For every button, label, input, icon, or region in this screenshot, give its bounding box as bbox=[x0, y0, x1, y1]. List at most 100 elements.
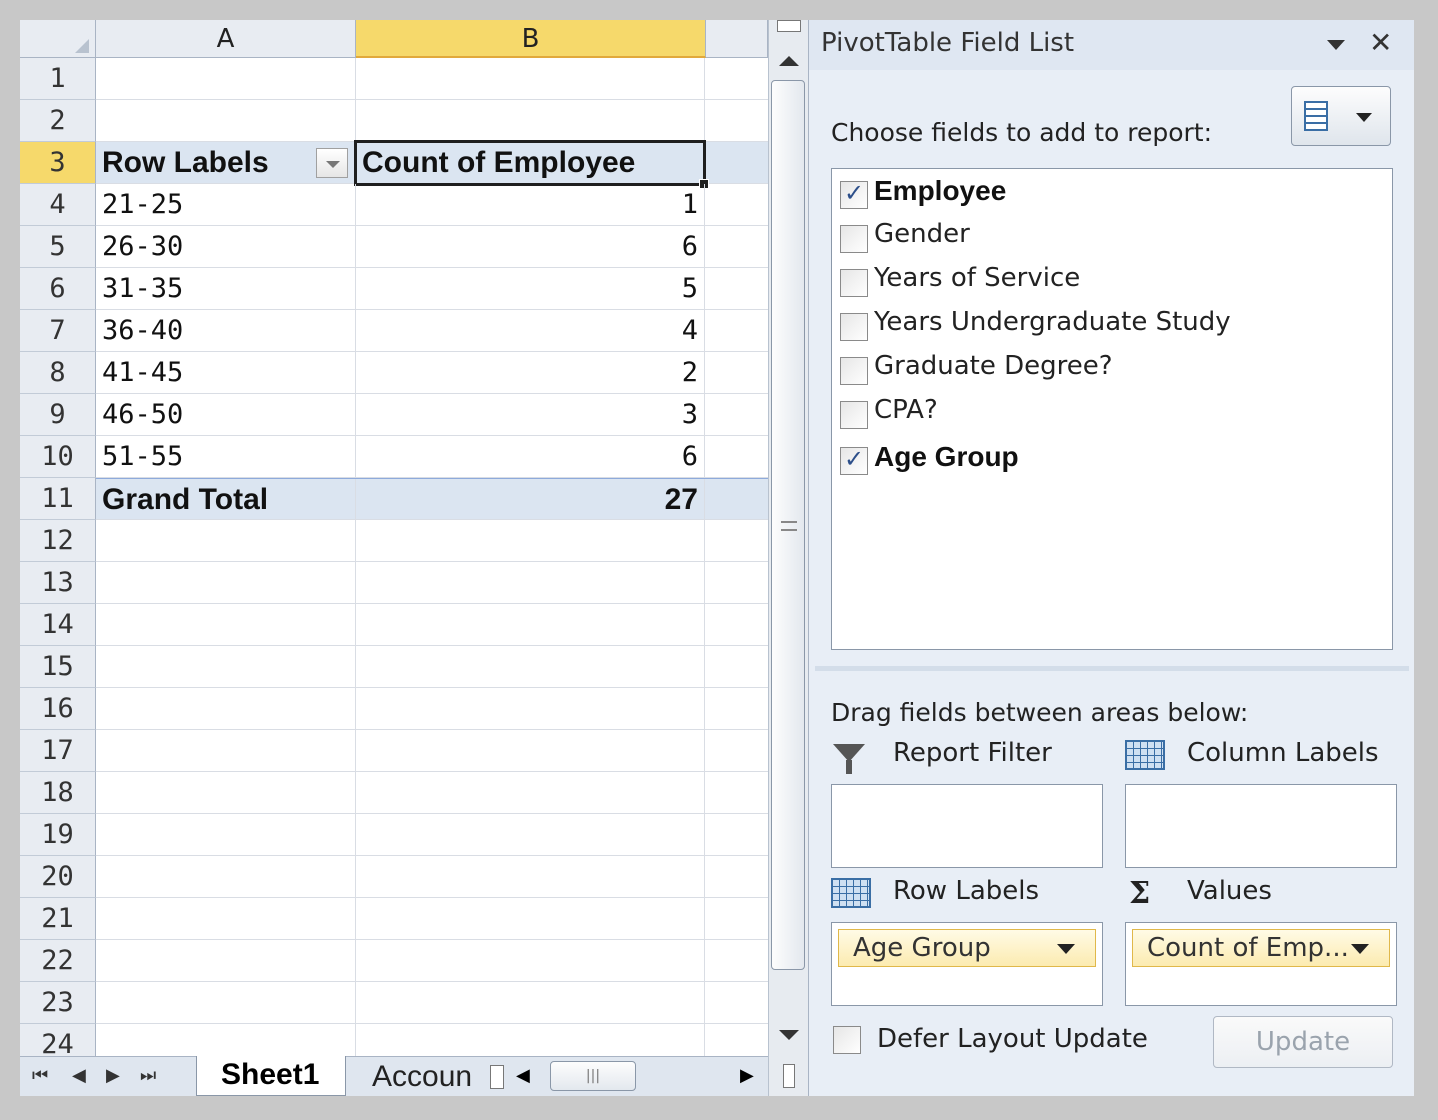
row-header[interactable]: 21 bbox=[20, 898, 96, 940]
row-header[interactable]: 4 bbox=[20, 184, 96, 226]
table-row: 36-40 4 bbox=[96, 310, 768, 352]
row-header[interactable]: 24 bbox=[20, 1024, 96, 1056]
column-labels-area[interactable] bbox=[1125, 784, 1397, 868]
row-header[interactable]: 17 bbox=[20, 730, 96, 772]
row-header[interactable]: 13 bbox=[20, 562, 96, 604]
grand-total-value[interactable]: 27 bbox=[356, 479, 698, 521]
pivot-row-value[interactable]: 4 bbox=[356, 310, 698, 352]
drag-fields-label: Drag fields between areas below: bbox=[831, 698, 1249, 727]
pivot-row-value[interactable]: 5 bbox=[356, 268, 698, 310]
row-labels-label: Row Labels bbox=[893, 876, 1040, 906]
pivot-row-label[interactable]: 51-55 bbox=[102, 436, 183, 478]
field-checkbox[interactable] bbox=[840, 357, 868, 385]
last-sheet-icon[interactable]: ⏭ bbox=[140, 1065, 156, 1086]
field-checkbox[interactable] bbox=[840, 269, 868, 297]
defer-layout-checkbox[interactable] bbox=[833, 1026, 861, 1054]
row-header[interactable]: 18 bbox=[20, 772, 96, 814]
field-checkbox[interactable] bbox=[840, 313, 868, 341]
row-header[interactable]: 2 bbox=[20, 100, 96, 142]
table-row bbox=[96, 562, 768, 604]
table-row bbox=[96, 730, 768, 772]
grid-line bbox=[704, 394, 705, 436]
chevron-down-icon[interactable] bbox=[1351, 944, 1369, 954]
spreadsheet-grid[interactable]: A B 1 2 3 Row Labels Count of Employee 4 21-25… bbox=[20, 20, 768, 1056]
values-label: Values bbox=[1187, 876, 1272, 906]
row-header[interactable]: 19 bbox=[20, 814, 96, 856]
row-header[interactable]: 1 bbox=[20, 58, 96, 100]
row-header[interactable]: 11 bbox=[20, 478, 96, 520]
report-filter-area[interactable] bbox=[831, 784, 1103, 868]
prev-sheet-icon[interactable]: ◀ bbox=[72, 1065, 86, 1086]
row-labels-area[interactable]: Age Group bbox=[831, 922, 1103, 1006]
chevron-down-icon[interactable] bbox=[1327, 40, 1345, 50]
grid-line bbox=[704, 184, 705, 226]
pivot-field-list-panel: PivotTable Field List ✕ Choose fields to… bbox=[808, 20, 1415, 1096]
field-checkbox[interactable] bbox=[840, 179, 868, 209]
next-sheet-icon[interactable]: ▶ bbox=[106, 1065, 120, 1086]
row-header[interactable]: 10 bbox=[20, 436, 96, 478]
scroll-right-icon[interactable]: ▶ bbox=[740, 1065, 754, 1086]
row-header[interactable]: 14 bbox=[20, 604, 96, 646]
values-area[interactable]: Count of Emp... bbox=[1125, 922, 1397, 1006]
update-button[interactable]: Update bbox=[1213, 1016, 1393, 1068]
pivot-row-value[interactable]: 6 bbox=[356, 226, 698, 268]
split-box-bottom[interactable] bbox=[783, 1064, 795, 1088]
table-row: Row Labels Count of Employee bbox=[96, 140, 768, 189]
pivot-row-label[interactable]: 21-25 bbox=[102, 184, 183, 226]
first-sheet-icon[interactable]: ⏮ bbox=[32, 1065, 48, 1086]
row-header[interactable]: 23 bbox=[20, 982, 96, 1024]
row-header[interactable]: 3 bbox=[20, 142, 96, 184]
value-field-chip[interactable]: Count of Emp... bbox=[1132, 929, 1390, 967]
pivot-row-value[interactable]: 3 bbox=[356, 394, 698, 436]
grid-line bbox=[704, 814, 705, 856]
column-header-a[interactable]: A bbox=[96, 20, 356, 58]
field-label: Years Undergraduate Study bbox=[874, 307, 1231, 337]
scroll-up-icon[interactable] bbox=[779, 56, 799, 66]
field-checkbox[interactable] bbox=[840, 225, 868, 253]
pivot-row-label[interactable]: 26-30 bbox=[102, 226, 183, 268]
row-header[interactable]: 5 bbox=[20, 226, 96, 268]
field-layout-button[interactable] bbox=[1291, 86, 1391, 146]
row-field-chip[interactable]: Age Group bbox=[838, 929, 1096, 967]
row-header[interactable]: 7 bbox=[20, 310, 96, 352]
vertical-scrollbar[interactable] bbox=[768, 20, 808, 1096]
pivot-row-label[interactable]: 46-50 bbox=[102, 394, 183, 436]
row-header[interactable]: 12 bbox=[20, 520, 96, 562]
pivot-row-label[interactable]: 31-35 bbox=[102, 268, 183, 310]
table-row bbox=[96, 772, 768, 814]
pivot-row-label[interactable]: 36-40 bbox=[102, 310, 183, 352]
row-header[interactable]: 9 bbox=[20, 394, 96, 436]
table-row: 46-50 3 bbox=[96, 394, 768, 436]
row-labels-filter-button[interactable] bbox=[316, 148, 348, 178]
field-label: CPA? bbox=[874, 395, 938, 425]
grand-total-label[interactable]: Grand Total bbox=[102, 479, 268, 521]
pivot-row-value[interactable]: 2 bbox=[356, 352, 698, 394]
scroll-left-icon[interactable]: ◀ bbox=[516, 1065, 530, 1086]
pivot-row-value[interactable]: 6 bbox=[356, 436, 698, 478]
horizontal-scroll-thumb[interactable]: ||| bbox=[550, 1061, 636, 1091]
close-icon[interactable]: ✕ bbox=[1369, 26, 1392, 59]
row-header[interactable]: 22 bbox=[20, 940, 96, 982]
pivot-row-value[interactable]: 1 bbox=[356, 184, 698, 226]
pivot-row-labels-header[interactable]: Row Labels bbox=[102, 142, 269, 184]
row-header[interactable]: 20 bbox=[20, 856, 96, 898]
field-checkbox[interactable] bbox=[840, 445, 868, 475]
vertical-scroll-thumb[interactable] bbox=[771, 80, 805, 970]
tab-split-handle[interactable] bbox=[490, 1065, 504, 1089]
field-checkbox[interactable] bbox=[840, 401, 868, 429]
row-header[interactable]: 16 bbox=[20, 688, 96, 730]
row-header[interactable]: 8 bbox=[20, 352, 96, 394]
split-box[interactable] bbox=[777, 20, 801, 32]
scroll-down-icon[interactable] bbox=[779, 1030, 799, 1040]
pivot-row-label[interactable]: 41-45 bbox=[102, 352, 183, 394]
panel-splitter[interactable] bbox=[815, 666, 1409, 671]
tab-sheet1[interactable]: Sheet1 bbox=[196, 1056, 346, 1096]
row-header[interactable]: 6 bbox=[20, 268, 96, 310]
chevron-down-icon[interactable] bbox=[1057, 944, 1075, 954]
select-all-corner[interactable] bbox=[20, 20, 96, 58]
tab-accounts[interactable]: Accoun bbox=[350, 1059, 500, 1095]
column-header-b[interactable]: B bbox=[356, 20, 706, 58]
column-header-c[interactable] bbox=[706, 20, 768, 58]
row-header[interactable]: 15 bbox=[20, 646, 96, 688]
grid-line bbox=[704, 940, 705, 982]
